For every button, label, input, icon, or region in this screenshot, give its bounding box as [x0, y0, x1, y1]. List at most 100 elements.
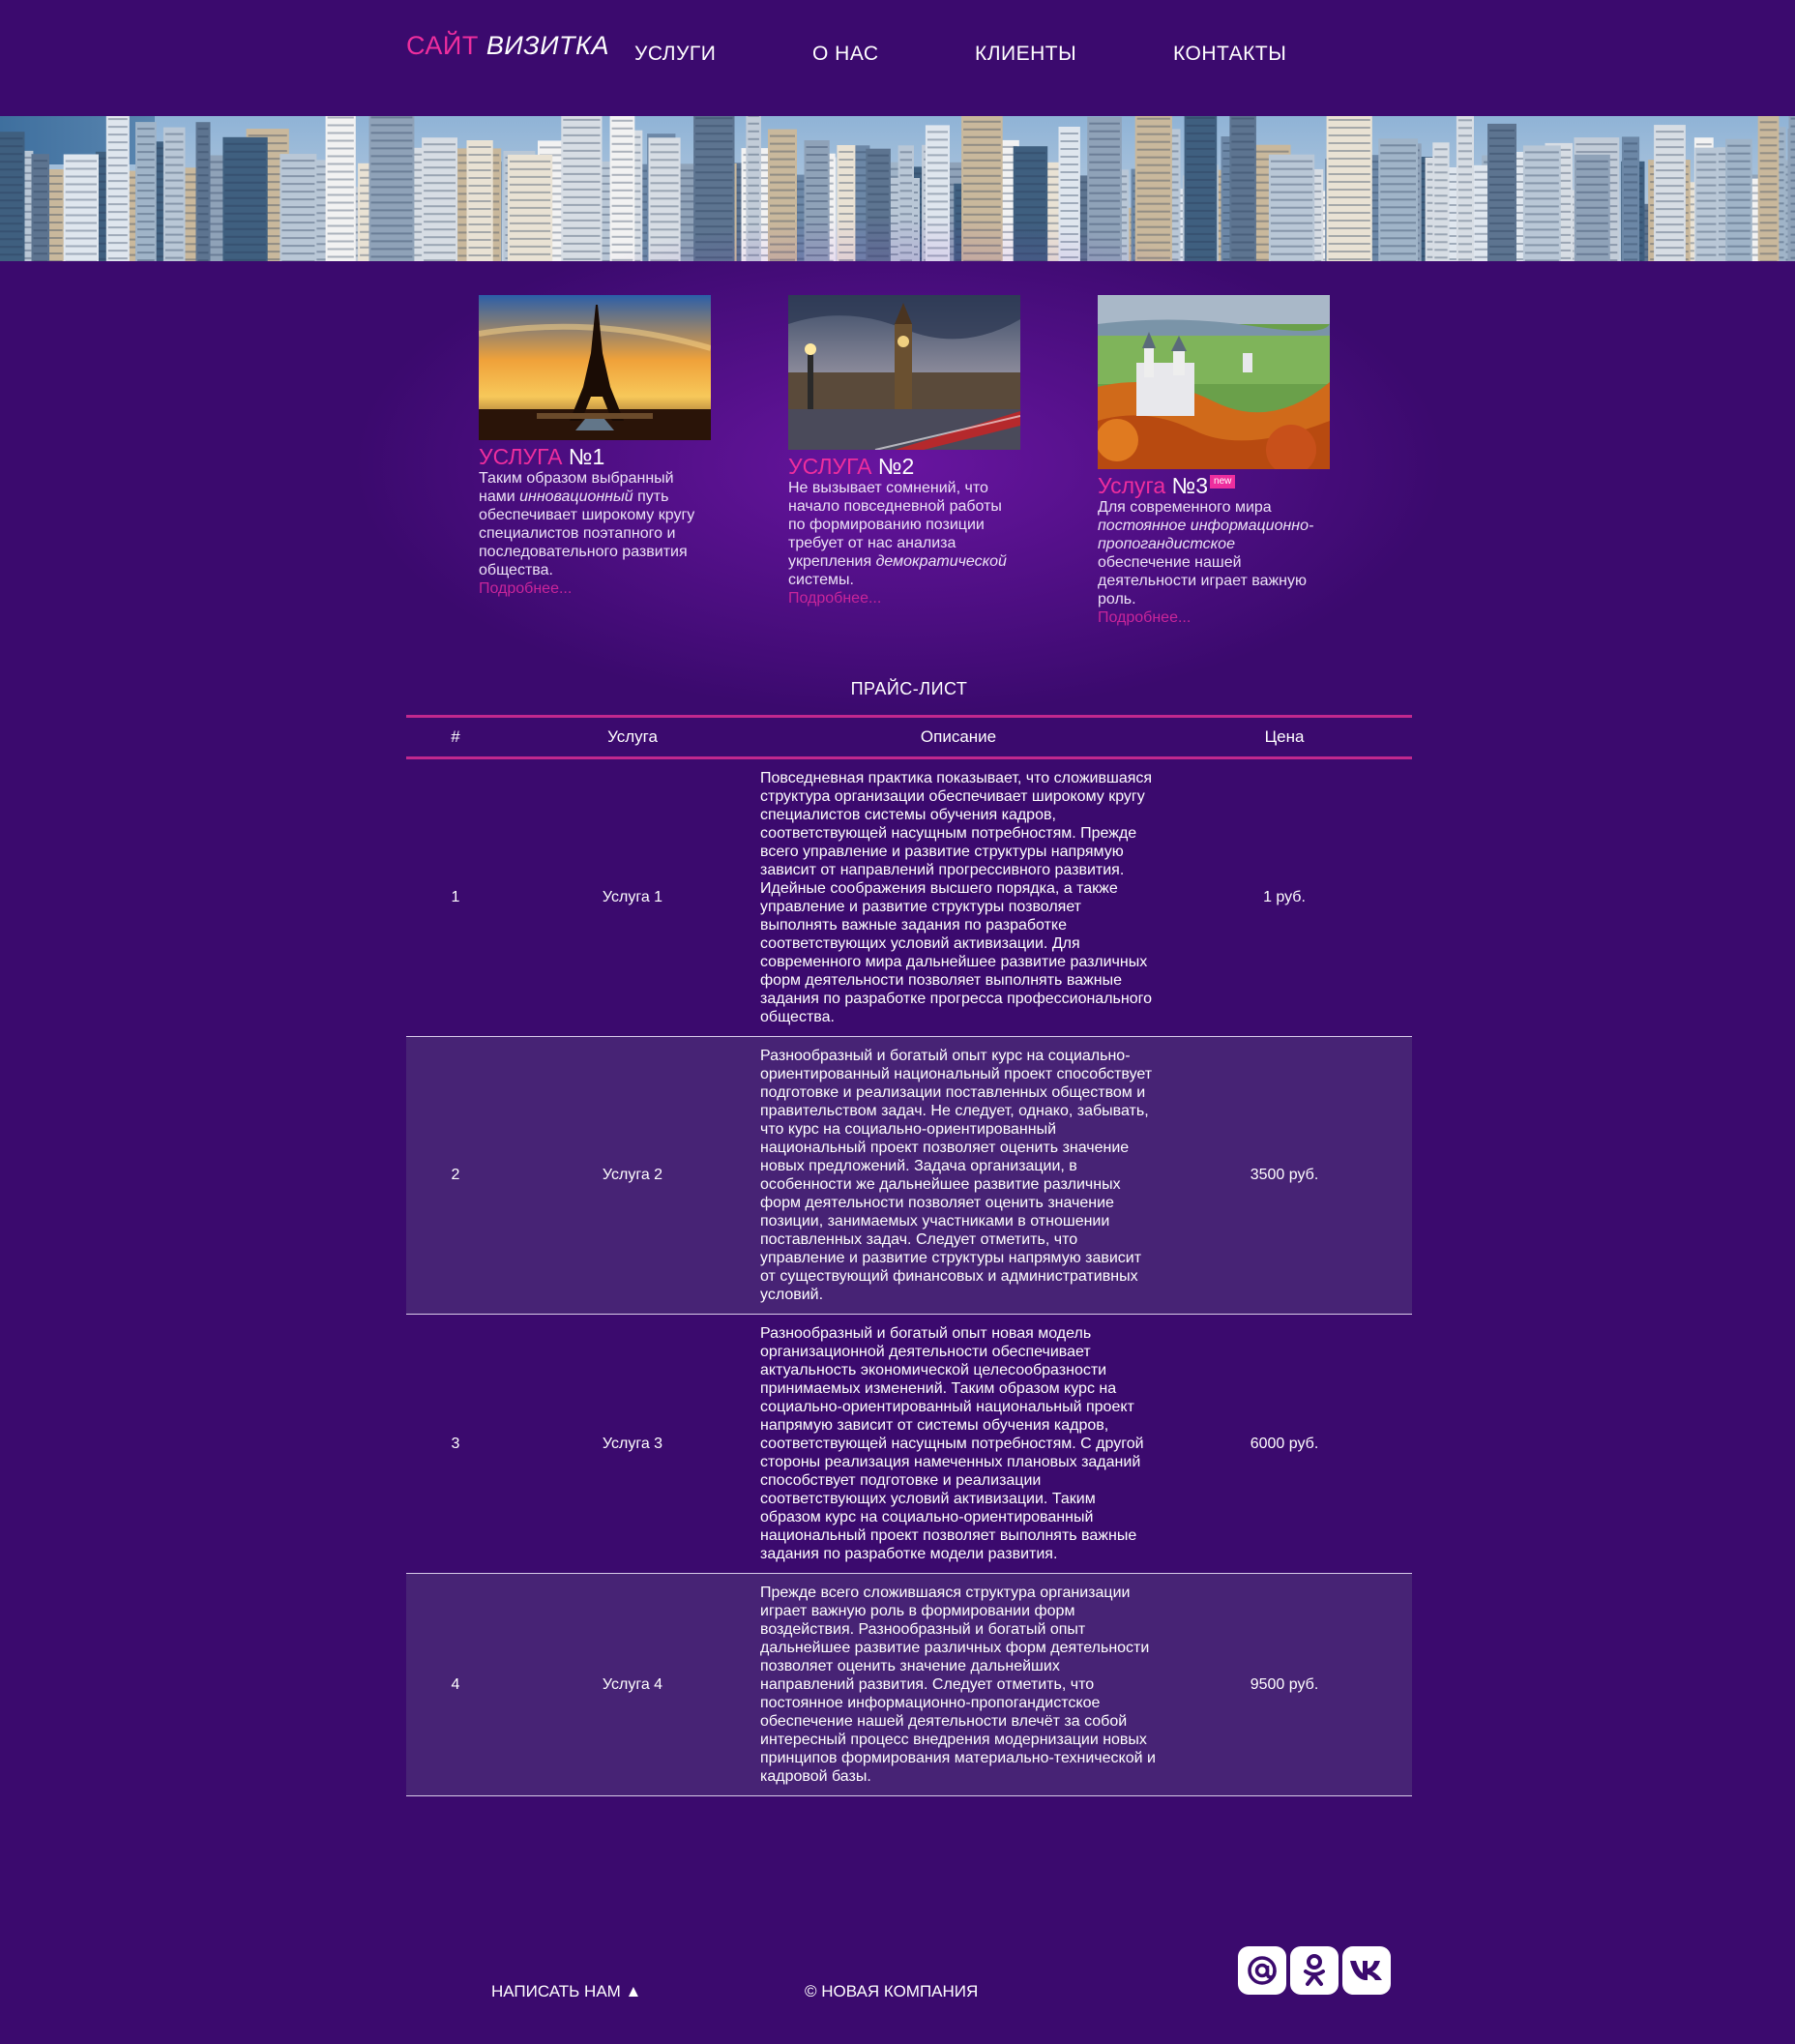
building-window-row [1656, 216, 1684, 219]
card-title-number: №2 [877, 454, 915, 479]
mail-at-icon[interactable] [1238, 1946, 1286, 1995]
building-window-row [197, 166, 209, 169]
building-window-row [1457, 158, 1472, 161]
building-window-row [197, 205, 209, 208]
building-window-row [197, 190, 209, 193]
skyline-building [1622, 136, 1640, 261]
price-table-header: # Услуга Описание Цена [406, 715, 1412, 759]
building-window-row [1727, 252, 1751, 255]
nav-contacts[interactable]: КОНТАКТЫ [1173, 43, 1286, 66]
big-ben-photo [788, 295, 1020, 450]
building-window-row [650, 182, 679, 185]
row-number: 4 [451, 1675, 460, 1693]
building-window-row [1696, 215, 1717, 218]
building-window-row [1790, 171, 1795, 174]
building-window-row [927, 193, 948, 195]
building-window-row [1727, 175, 1751, 178]
building-window-row [1457, 196, 1472, 199]
building-window-row [1575, 151, 1618, 154]
row-price: 1 руб. [1263, 889, 1306, 905]
site-header: САЙТ ВИЗИТКА УСЛУГИ О НАС КЛИЕНТЫ КОНТАК… [0, 0, 1795, 116]
building-window-row [748, 145, 759, 148]
building-window-row [1790, 256, 1795, 259]
building-window-row [1576, 198, 1608, 201]
building-window-row [1186, 209, 1216, 212]
building-window-row [1759, 136, 1778, 139]
building-window-row [1624, 204, 1638, 207]
building-window-row [563, 164, 601, 167]
building-window-row [197, 197, 209, 200]
building-window-row [1624, 150, 1638, 153]
building-window-row [137, 174, 155, 177]
building-window-row [1696, 176, 1717, 179]
building-window-row [1457, 227, 1472, 230]
building-window-row [224, 243, 266, 246]
building-window-row [1759, 252, 1778, 255]
building-window-row [370, 116, 413, 119]
building-window-row [1489, 229, 1515, 232]
building-window-row [1231, 148, 1254, 151]
building-window-row [650, 151, 679, 154]
building-window-row [1727, 167, 1751, 170]
building-window-row [1524, 159, 1559, 162]
building-window-row [164, 156, 184, 159]
odnoklassniki-icon[interactable] [1290, 1946, 1339, 1995]
building-window-row [1656, 177, 1684, 180]
nav-services[interactable]: УСЛУГИ [634, 43, 716, 66]
building-window-row [1790, 148, 1795, 151]
building-window-row [1790, 140, 1795, 143]
write-us-link[interactable]: НАПИСАТЬ НАМ ▲ [491, 1982, 641, 2001]
building-window-row [1270, 191, 1313, 193]
building-window-row [1015, 160, 1046, 163]
building-window-row [806, 177, 828, 179]
read-more-link[interactable]: Подробнее... [1098, 608, 1330, 627]
read-more-link[interactable]: Подробнее... [479, 579, 711, 598]
building-window-row [1576, 160, 1608, 163]
nav-clients[interactable]: КЛИЕНТЫ [975, 43, 1076, 66]
building-window-row [770, 142, 795, 145]
building-window-row [927, 200, 948, 203]
building-window-row [164, 194, 184, 197]
building-window-row [1186, 178, 1216, 181]
building-window-row [1576, 167, 1608, 170]
building-window-row [611, 173, 633, 176]
building-window-row [695, 148, 733, 151]
building-window-row [1089, 122, 1120, 125]
site-logo[interactable]: САЙТ ВИЗИТКА [406, 31, 609, 61]
building-window-row [197, 213, 209, 216]
building-window-row [1457, 181, 1472, 184]
building-window-row [1186, 132, 1216, 134]
building-window-row [748, 207, 759, 210]
building-window-row [1727, 183, 1751, 186]
building-window-row [1380, 198, 1416, 201]
row-service: Услуга 2 [602, 1167, 663, 1183]
building-window-row [0, 137, 23, 140]
read-more-link[interactable]: Подробнее... [788, 589, 1020, 607]
building-window-row [611, 158, 633, 161]
card-title-pink: УСЛУГА [788, 454, 872, 479]
building-window-row [1790, 133, 1795, 135]
card-title: УСЛУГА №2 [788, 454, 1020, 479]
building-window-row [1727, 191, 1751, 193]
building-window-row [137, 128, 155, 131]
row-service: Услуга 4 [602, 1675, 663, 1693]
building-window-row [611, 127, 633, 130]
building-window-row [1136, 133, 1170, 135]
building-window-row [899, 159, 912, 162]
building-window-row [1656, 247, 1684, 250]
building-window-row [1434, 194, 1448, 197]
building-window-row [1060, 140, 1078, 142]
building-window-row [650, 159, 679, 162]
building-window-row [65, 222, 97, 224]
building-window-row [1186, 124, 1216, 127]
building-window-row [1270, 175, 1313, 178]
building-window-row [695, 210, 733, 213]
nav-about[interactable]: О НАС [812, 43, 879, 66]
building-window-row [563, 126, 601, 129]
building-window-row [770, 134, 795, 137]
building-window-row [1624, 196, 1638, 199]
vk-icon[interactable] [1342, 1946, 1391, 1995]
building-window-row [164, 148, 184, 151]
building-window-row [1624, 243, 1638, 246]
building-window-row [899, 182, 912, 185]
